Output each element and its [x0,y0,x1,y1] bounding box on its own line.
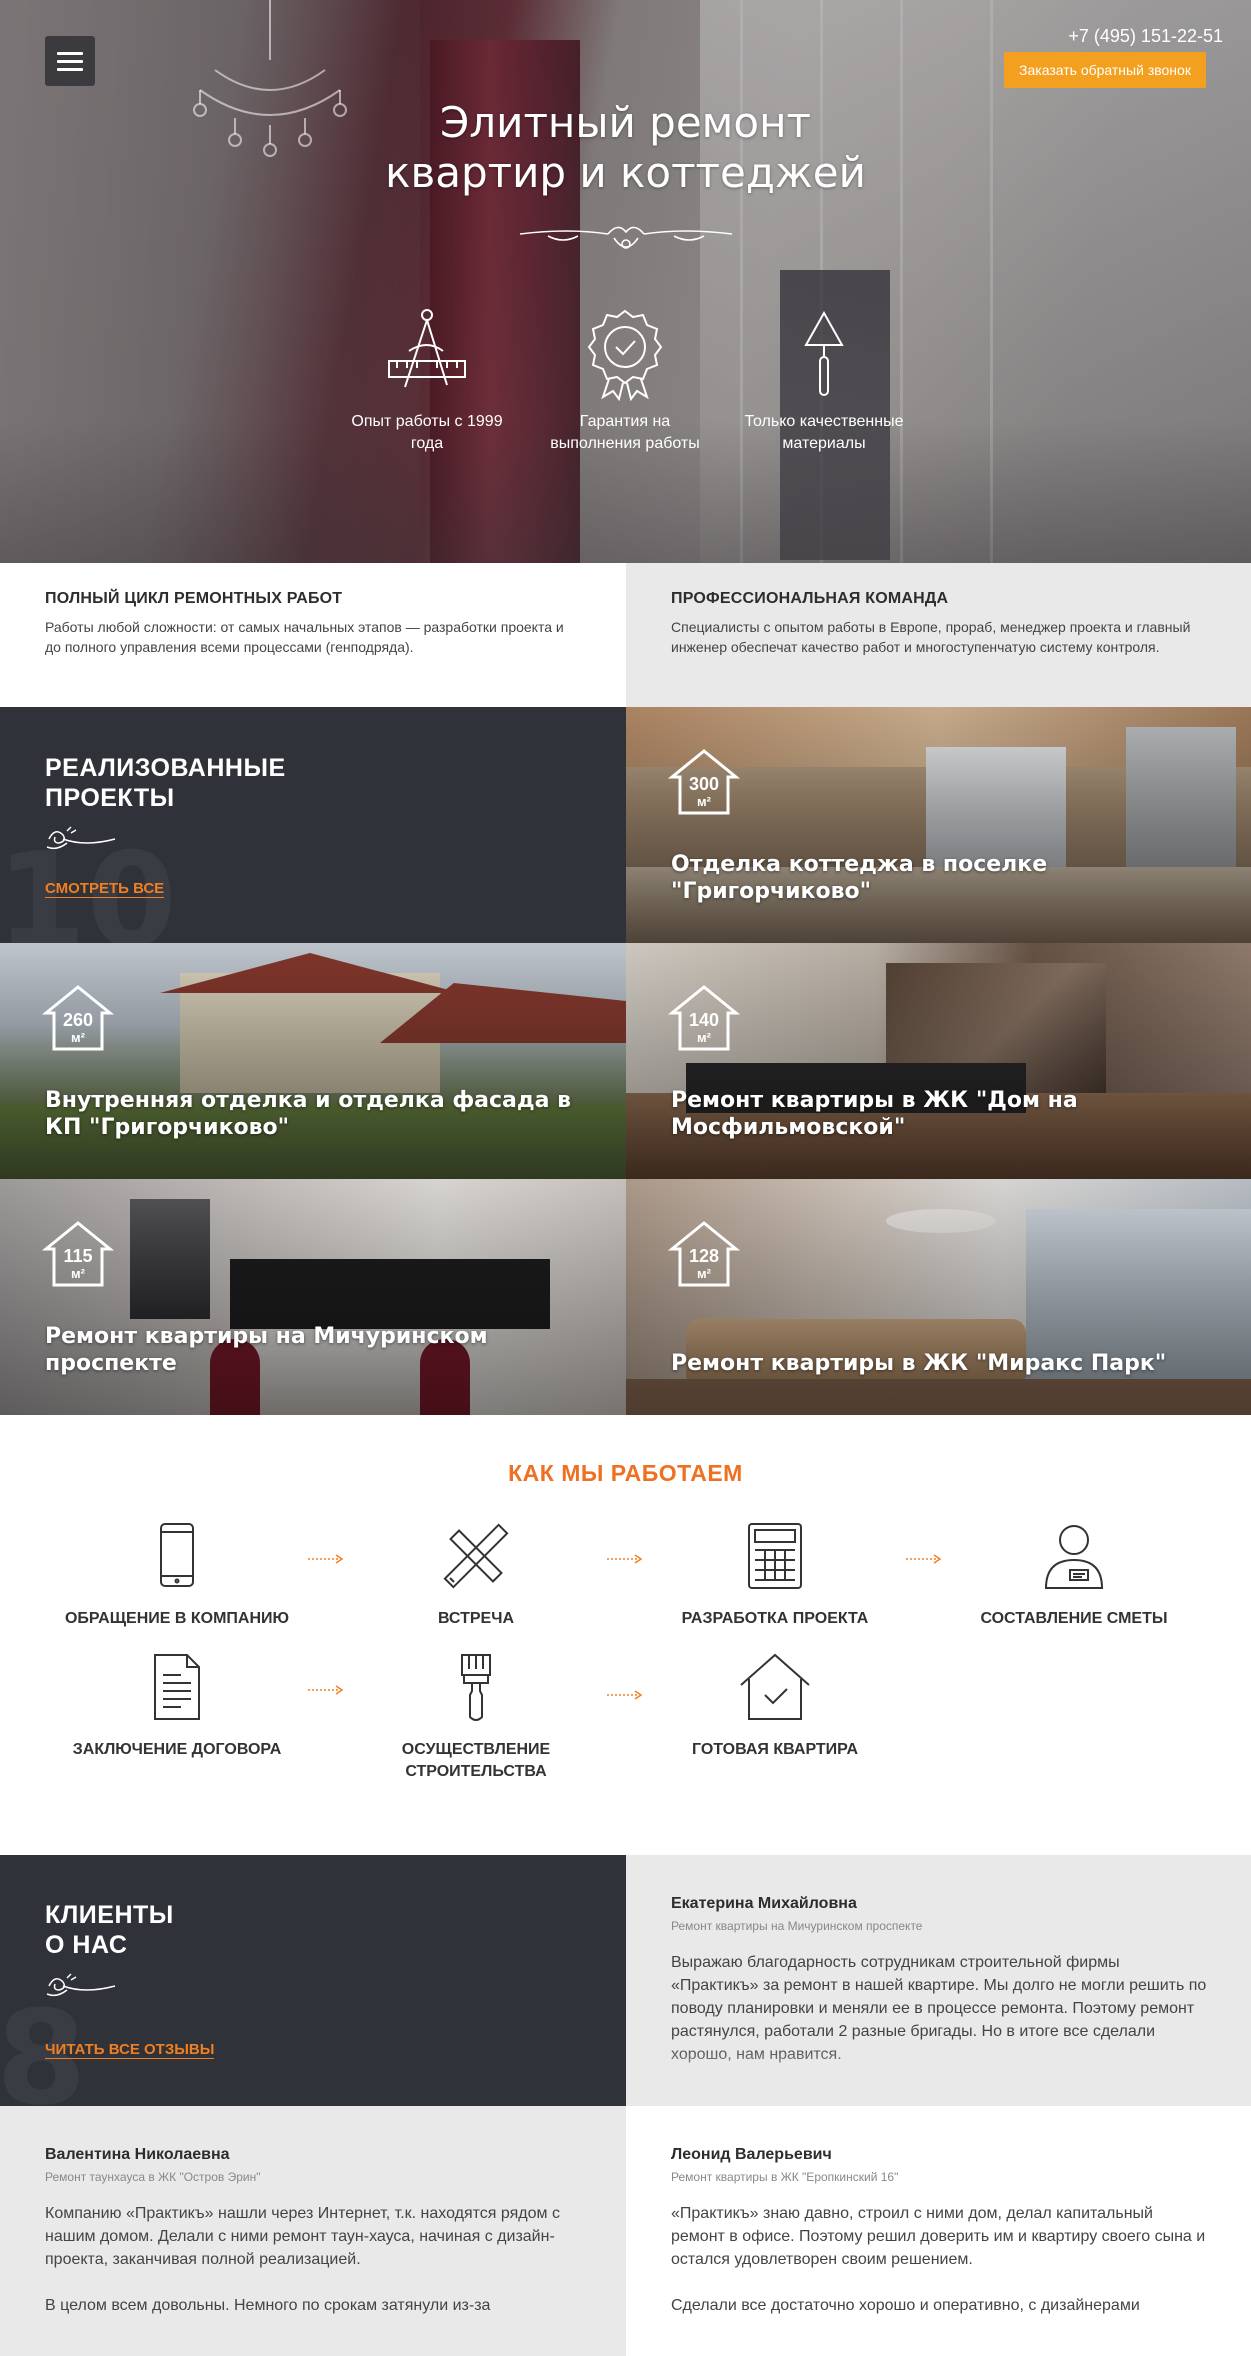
feature-materials-text2: материалы [782,435,866,452]
feature-experience-text1: Опыт работы с 1999 [351,413,503,430]
review-project: Ремонт таунхауса в ЖК "Остров Эрин" [45,2170,261,2184]
feature-materials-text1: Только качественные [744,413,904,430]
process-step: СОСТАВЛЕНИЕ СМЕТЫ [924,1520,1224,1630]
clients-title-line2: О НАС [45,1931,128,1959]
project-tile[interactable]: 140 м² Ремонт квартиры в ЖК "Дом на Мосф… [626,943,1251,1179]
review-text-paragraph: «Практикъ» знаю давно, строил с ними дом… [671,2205,1206,2268]
review-project: Ремонт квартиры в ЖК "Еропкинский 16" [671,2170,899,2184]
project-area-unit: м² [697,1030,711,1045]
process-step: ОСУЩЕСТВЛЕНИЕ СТРОИТЕЛЬСТВА [326,1651,626,1783]
process-step-label: ОСУЩЕСТВЛЕНИЕ СТРОИТЕЛЬСТВА [326,1739,626,1783]
hero-section: +7 (495) 151-22-51 Заказать обратный зво… [0,0,1251,563]
process-step-label: РАЗРАБОТКА ПРОЕКТА [681,1610,869,1627]
process-step-label-line1: ОСУЩЕСТВЛЕНИЕ [401,1741,551,1758]
feature-experience: Опыт работы с 1999 года [337,305,517,455]
project-area: 128 [688,1246,720,1266]
clients-ornament-icon [46,1973,116,1997]
trowel-icon [804,310,844,396]
review-author: Леонид Валерьевич [671,2146,832,2163]
project-area-unit: м² [697,1266,711,1281]
process-step-label-line2: СТРОИТЕЛЬСТВА [405,1763,547,1780]
review-text-paragraph: В целом всем довольны. Немного по срокам… [45,2297,491,2314]
process-step: ВСТРЕЧА [326,1520,626,1630]
project-title[interactable]: Отделка коттеджа в поселке "Григорчиково… [671,851,1231,905]
callback-button[interactable]: Заказать обратный звонок [1004,52,1206,88]
feature-guarantee-text1: Гарантия на [579,413,671,430]
feature-experience-text2: года [410,435,444,452]
info-full-cycle-title: ПОЛНЫЙ ЦИКЛ РЕМОНТНЫХ РАБОТ [45,590,343,607]
project-area: 140 [688,1010,720,1030]
process-title: КАК МЫ РАБОТАЕМ [508,1460,743,1486]
review-text: «Практикъ» знаю давно, строил с ними дом… [671,2202,1207,2317]
clients-read-all-link[interactable]: ЧИТАТЬ ВСЕ ОТЗЫВЫ [45,2041,215,2059]
document-icon [154,1654,200,1720]
process-step-label: ВСТРЕЧА [437,1610,514,1627]
review-project: Ремонт квартиры на Мичуринском проспекте [671,1919,923,1933]
review-text-paragraph: Компанию «Практикъ» нашли через Интернет… [45,2205,560,2268]
project-title[interactable]: Ремонт квартиры на Мичуринском проспекте [45,1323,605,1377]
review-author: Екатерина Михайловна [671,1895,857,1912]
feature-materials: Только качественные материалы [734,305,914,455]
projects-header: 10 РЕАЛИЗОВАННЫЕ ПРОЕКТЫ СМОТРЕТЬ ВСЕ [0,707,626,943]
feature-guarantee-text2: выполнения работы [550,435,700,452]
info-full-cycle: ПОЛНЫЙ ЦИКЛ РЕМОНТНЫХ РАБОТ Работы любой… [0,563,626,707]
project-area-unit: м² [71,1266,85,1281]
process-step-label: ЗАКЛЮЧЕНИЕ ДОГОВОРА [72,1741,282,1758]
ruler-pencil-icon [443,1523,509,1589]
projects-title: РЕАЛИЗОВАННЫЕ ПРОЕКТЫ [45,753,286,813]
clients-title: КЛИЕНТЫ О НАС [45,1900,174,1960]
project-tile[interactable]: 260 м² Внутренняя отделка и отделка фаса… [0,943,626,1179]
process-step: РАЗРАБОТКА ПРОЕКТА [625,1520,925,1630]
smartphone-icon [160,1523,194,1587]
project-title[interactable]: Ремонт квартиры в ЖК "Миракс Парк" [671,1350,1231,1377]
project-area: 260 [62,1010,94,1030]
info-professional-team: ПРОФЕССИОНАЛЬНАЯ КОМАНДА Специалисты с о… [626,563,1251,707]
clients-header: 8 КЛИЕНТЫ О НАС ЧИТАТЬ ВСЕ ОТЗЫВЫ [0,1855,626,2106]
feature-guarantee: Гарантия на выполнения работы [535,305,715,455]
hero-title-line1: Элитный ремонт [439,98,811,147]
quality-badge-icon [587,309,663,401]
review-text: Компанию «Практикъ» нашли через Интернет… [45,2202,581,2317]
project-tile[interactable]: 115 м² Ремонт квартиры на Мичуринском пр… [0,1179,626,1415]
info-professional-team-title: ПРОФЕССИОНАЛЬНАЯ КОМАНДА [671,590,949,607]
project-tile[interactable]: 300 м² Отделка коттеджа в поселке "Григо… [626,707,1251,943]
review-card: Екатерина Михайловна Ремонт квартиры на … [626,1855,1251,2106]
process-step: ОБРАЩЕНИЕ В КОМПАНИЮ [27,1520,327,1630]
project-area-unit: м² [697,794,711,809]
manager-icon [1044,1525,1104,1589]
project-area: 300 [688,774,720,794]
process-step-label: ОБРАЩЕНИЕ В КОМПАНИЮ [64,1610,290,1627]
info-full-cycle-text: Работы любой сложности: от самых начальн… [45,619,564,655]
projects-title-line2: ПРОЕКТЫ [45,784,175,812]
process-step: ГОТОВАЯ КВАРТИРА [625,1651,925,1761]
process-step-label: ГОТОВАЯ КВАРТИРА [691,1741,858,1758]
project-area: 115 [63,1246,93,1266]
clients-title-line1: КЛИЕНТЫ [45,1901,174,1929]
hero-ornament-icon [519,226,733,249]
paint-brush-icon [461,1654,491,1721]
projects-ornament-icon [46,826,116,850]
house-check-icon [740,1653,810,1720]
process-step-label: СОСТАВЛЕНИЕ СМЕТЫ [980,1610,1168,1627]
project-title[interactable]: Внутренняя отделка и отделка фасада в КП… [45,1087,605,1141]
projects-title-line1: РЕАЛИЗОВАННЫЕ [45,754,286,782]
projects-see-all-link[interactable]: СМОТРЕТЬ ВСЕ [45,880,165,898]
hero-title-line2: квартир и коттеджей [385,148,866,197]
menu-button[interactable] [45,36,95,86]
drafting-tools-icon [388,309,466,388]
calculator-icon [748,1523,802,1589]
project-area-unit: м² [71,1030,85,1045]
project-title[interactable]: Ремонт квартиры в ЖК "Дом на Мосфильмовс… [671,1087,1231,1141]
hero-title: Элитный ремонт квартир и коттеджей [0,98,1251,198]
review-card: Валентина Николаевна Ремонт таунхауса в … [0,2106,626,2356]
review-author: Валентина Николаевна [45,2146,230,2163]
review-card: Леонид Валерьевич Ремонт квартиры в ЖК "… [626,2106,1251,2356]
process-step: ЗАКЛЮЧЕНИЕ ДОГОВОРА [27,1651,327,1761]
review-text-paragraph: Сделали все достаточно хорошо и оператив… [671,2297,1140,2314]
info-professional-team-text: Специалисты с опытом работы в Европе, пр… [671,619,1191,655]
project-tile[interactable]: 128 м² Ремонт квартиры в ЖК "Миракс Парк… [626,1179,1251,1415]
header-phone[interactable]: +7 (495) 151-22-51 [1068,26,1223,47]
